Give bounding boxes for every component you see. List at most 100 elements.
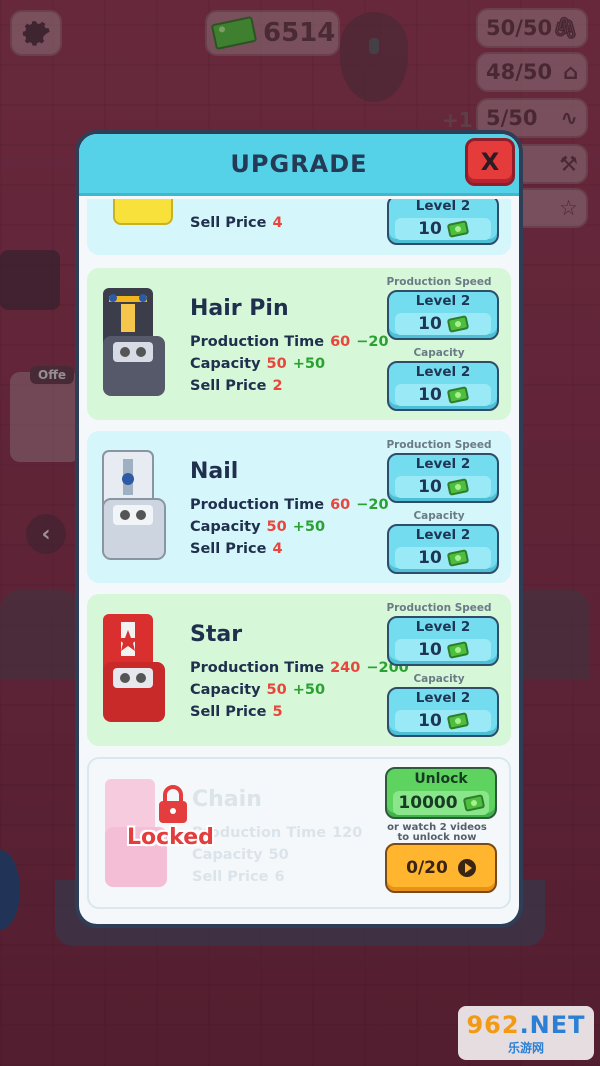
capacity-upgrade-button[interactable]: Level 2 10 [387,199,499,245]
stat-bonus: +50 [292,356,326,372]
watermark-line2: 乐游网 [507,1040,544,1055]
upgrade-modal: UPGRADE X Sell Price 4 Level 2 10 Hair P… [75,130,523,928]
stat-label: Production Time [190,497,325,513]
watermark-num: 962 [466,1010,520,1039]
modal-body: UPGRADE X Sell Price 4 Level 2 10 Hair P… [79,134,519,924]
stat-label: Sell Price [190,378,267,394]
cost-box: 10000 [393,791,489,815]
cost-box: 10 [395,218,491,240]
cost-box: 10 [395,384,491,406]
watermark-logo: 962.NET 乐游网 [458,1006,594,1060]
capacity-upgrade-button[interactable]: Level 2 10 [387,524,499,574]
item-name: Nail [190,459,239,484]
sell-price-stat: Sell Price 4 [190,215,283,231]
production-speed-label: Production Speed [386,602,492,614]
cost-value: 10 [418,640,442,660]
watch-note-line: to unlock now [397,832,477,843]
level-label: Level 2 [415,364,471,380]
capacity-label: Capacity [413,673,465,685]
stat-current: 60 [330,334,351,350]
sell-price-stat: Sell Price 4 [190,541,283,557]
cost-value: 10 [418,477,442,497]
speed-upgrade-button[interactable]: Level 2 10 [387,616,499,666]
capacity-stat: Capacity 50 +50 [190,356,325,372]
hair-pin-machine-icon [103,288,165,396]
cost-box: 10 [395,547,491,569]
cost-value: 10000 [398,793,458,813]
stat-label: Capacity [190,519,261,535]
level-label: Level 2 [415,619,471,635]
watch-video-button[interactable]: 0/20 [385,843,497,893]
stat-current: 5 [272,704,283,720]
stat-label: Sell Price [190,215,267,231]
level-label: Level 2 [415,293,471,309]
cash-icon [446,549,470,567]
video-progress: 0/20 [406,858,448,878]
cash-icon [446,641,470,659]
production-time-stat: Production Time 240 −200 [190,660,409,676]
unlock-label: Unlock [414,771,468,787]
watch-note: or watch 2 videos to unlock now [379,823,495,843]
star-machine-icon [103,614,165,722]
cash-icon [446,386,470,404]
stat-current: 2 [272,378,283,394]
stat-bonus: +50 [292,519,326,535]
watermark-line1: 962.NET [466,1011,585,1039]
capacity-label: Capacity [413,510,465,522]
capacity-stat: Capacity 50 +50 [190,682,325,698]
capacity-stat: Capacity 50 +50 [190,519,325,535]
upgrade-card-star: Star Production Time 240 −200 Capacity 50 +5… [87,594,511,746]
level-label: Level 2 [415,456,471,472]
production-speed-label: Production Speed [386,439,492,451]
speed-upgrade-button[interactable]: Level 2 10 [387,453,499,503]
stat-bonus: +50 [292,682,326,698]
unlock-button[interactable]: Unlock 10000 [385,767,497,819]
nail-machine-icon [102,450,166,560]
upgrade-card-chain: Chain Production Time 120 Capacity 50 Sell… [87,757,511,909]
cash-icon [446,712,470,730]
capacity-upgrade-button[interactable]: Level 2 10 [387,687,499,737]
modal-header: UPGRADE [79,134,519,196]
production-speed-label: Production Speed [386,276,492,288]
stat-current: 4 [272,541,283,557]
lock-icon [159,785,187,823]
cost-value: 10 [418,548,442,568]
speed-upgrade-button[interactable]: Level 2 10 [387,290,499,340]
capacity-label: Capacity [413,347,465,359]
stat-label: Sell Price [190,704,267,720]
stat-current: 50 [266,519,287,535]
play-icon [457,859,476,877]
stat-current: 50 [266,682,287,698]
locked-overlay: Locked [127,785,223,875]
cash-icon [446,220,470,238]
level-label: Level 2 [415,690,471,706]
sell-price-stat: Sell Price 5 [190,704,283,720]
stat-label: Capacity [190,682,261,698]
level-label: Level 2 [415,527,471,543]
stat-current: 240 [330,660,361,676]
capacity-upgrade-button[interactable]: Level 2 10 [387,361,499,411]
close-button[interactable]: X [465,138,515,186]
upgrade-list[interactable]: Sell Price 4 Level 2 10 Hair Pin Product… [79,199,519,924]
cost-box: 10 [395,710,491,732]
locked-label: Locked [127,825,214,850]
level-label: Level 2 [415,199,471,214]
production-time-stat: Production Time 60 −20 [190,497,389,513]
cash-icon [462,794,485,812]
cash-icon [446,315,470,333]
cost-box: 10 [395,639,491,661]
stat-current: 6 [274,869,285,885]
cost-box: 10 [395,476,491,498]
close-icon: X [480,148,500,176]
upgrade-card-partial: Sell Price 4 Level 2 10 [87,199,511,255]
stat-current: 50 [266,356,287,372]
item-name: Hair Pin [190,296,289,321]
watermark-net: .NET [519,1010,586,1039]
cost-box: 10 [395,313,491,335]
cost-value: 10 [418,219,442,239]
machine-image [113,199,173,225]
stat-current: 4 [272,215,283,231]
sell-price-stat: Sell Price 2 [190,378,283,394]
stat-current: 50 [268,847,289,863]
stat-label: Production Time [190,334,325,350]
